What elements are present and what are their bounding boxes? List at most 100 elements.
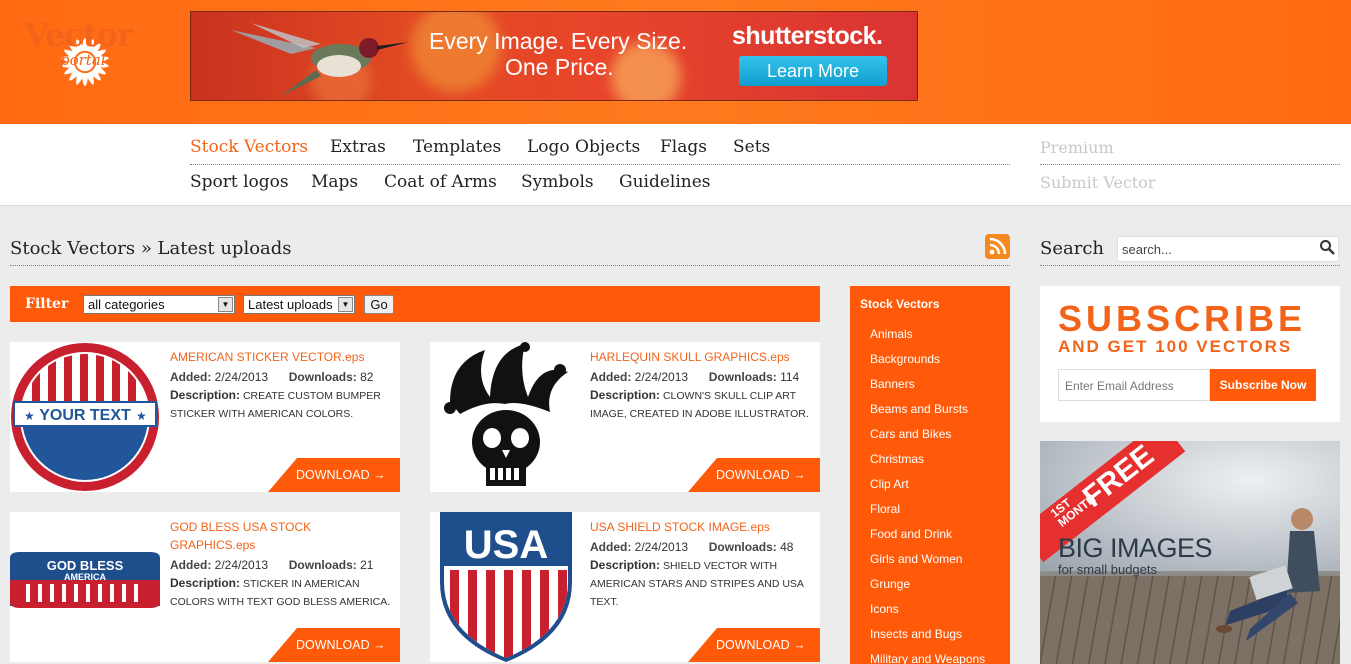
- subscribe-title: SUBSCRIBE: [1058, 298, 1307, 339]
- promo-subline: for small budgets: [1058, 562, 1157, 577]
- search-icon[interactable]: [1319, 239, 1335, 255]
- nav-sets[interactable]: Sets: [733, 137, 770, 157]
- banner-tagline-price: One Price.: [505, 54, 614, 80]
- category-link[interactable]: Christmas: [870, 452, 924, 466]
- nav-guidelines[interactable]: Guidelines: [619, 172, 711, 192]
- nav-maps[interactable]: Maps: [311, 172, 358, 192]
- nav-row-secondary: Sport logos Maps Coat of Arms Symbols Gu…: [190, 170, 1010, 200]
- category-link[interactable]: Backgrounds: [870, 352, 940, 366]
- vector-meta: Added: 2/24/2013 Downloads: 21: [170, 558, 373, 572]
- page-title: Stock Vectors » Latest uploads: [10, 238, 1010, 266]
- category-sidebar: Stock Vectors Animals Backgrounds Banner…: [850, 286, 1010, 664]
- downloads-label: Downloads:: [288, 558, 357, 572]
- svg-text:★: ★: [24, 409, 35, 423]
- big-images-promo[interactable]: 1ST MONTH FREE BIG IMAGES for small budge…: [1040, 441, 1340, 664]
- category-link[interactable]: Animals: [870, 327, 913, 341]
- vector-title-link[interactable]: AMERICAN STICKER VECTOR.eps: [170, 348, 396, 366]
- description-label: Description:: [590, 558, 661, 572]
- shutterstock-ad-banner[interactable]: Every Image. Every Size. One Price. shut…: [190, 11, 918, 101]
- category-link[interactable]: Military and Weapons: [870, 652, 985, 664]
- sort-select-value: Latest uploads: [248, 297, 333, 312]
- person-with-laptop-image: [1216, 508, 1320, 641]
- category-link[interactable]: Insects and Bugs: [870, 627, 962, 641]
- category-link[interactable]: Beams and Bursts: [870, 402, 968, 416]
- category-link[interactable]: Cars and Bikes: [870, 427, 951, 441]
- category-heading[interactable]: Stock Vectors: [860, 297, 939, 311]
- added-label: Added:: [170, 558, 212, 572]
- category-link[interactable]: Banners: [870, 377, 915, 391]
- shutterstock-brand: shutterstock.: [732, 22, 883, 50]
- description-label: Description:: [170, 388, 241, 402]
- sticker-text-top: GOD BLESS: [47, 558, 124, 573]
- category-link[interactable]: Grunge: [870, 577, 910, 591]
- god-bless-america-thumbnail[interactable]: GOD BLESS AMERICA: [10, 512, 162, 662]
- vector-card: YOUR TEXT ★ ★ AMERICAN STICKER VECTOR.ep…: [10, 342, 400, 492]
- vector-title-link[interactable]: HARLEQUIN SKULL GRAPHICS.eps: [590, 348, 816, 366]
- category-link[interactable]: Floral: [870, 502, 900, 516]
- downloads-count: 48: [780, 540, 794, 554]
- email-field[interactable]: Enter Email Address: [1058, 369, 1210, 401]
- nav-flags[interactable]: Flags: [660, 137, 707, 157]
- category-link[interactable]: Clip Art: [870, 477, 909, 491]
- category-select-value: all categories: [88, 297, 165, 312]
- vector-card: USA USA SHIELD STOCK IMAGE.eps Added: 2/…: [430, 512, 820, 662]
- description-label: Description:: [590, 388, 661, 402]
- nav-templates[interactable]: Templates: [413, 137, 501, 157]
- subscribe-button[interactable]: Subscribe Now: [1210, 369, 1316, 401]
- sticker-text: YOUR TEXT: [39, 407, 131, 424]
- subscribe-subtitle: AND GET 100 VECTORS: [1058, 337, 1293, 356]
- go-button[interactable]: Go: [364, 295, 394, 314]
- nav-submit-vector[interactable]: Submit Vector: [1040, 173, 1156, 192]
- rss-icon[interactable]: [985, 234, 1010, 259]
- search-label: Search: [1040, 238, 1104, 259]
- sort-select[interactable]: Latest uploads ▼: [243, 295, 355, 314]
- logo-word-vector: Vector: [24, 16, 134, 54]
- search-input[interactable]: search...: [1117, 236, 1339, 262]
- subscribe-box: SUBSCRIBE AND GET 100 VECTORS Enter Emai…: [1040, 286, 1340, 422]
- filter-label: Filter: [25, 296, 69, 312]
- american-sticker-thumbnail[interactable]: YOUR TEXT ★ ★: [10, 342, 162, 492]
- usa-shield-thumbnail[interactable]: USA: [430, 512, 582, 662]
- downloads-label: Downloads:: [708, 370, 777, 384]
- svg-text:★: ★: [136, 409, 147, 423]
- nav-premium[interactable]: Premium: [1040, 138, 1114, 157]
- chevron-down-icon[interactable]: ▼: [338, 297, 353, 312]
- category-link[interactable]: Icons: [870, 602, 899, 616]
- download-button[interactable]: DOWNLOAD →: [688, 628, 820, 662]
- filter-bar: Filter all categories ▼ Latest uploads ▼…: [10, 286, 820, 322]
- added-date: 2/24/2013: [214, 558, 269, 572]
- category-link[interactable]: Food and Drink: [870, 527, 952, 541]
- nav-symbols[interactable]: Symbols: [521, 172, 594, 192]
- harlequin-skull-thumbnail[interactable]: [430, 342, 582, 492]
- nav-coat-of-arms[interactable]: Coat of Arms: [384, 172, 497, 192]
- download-button[interactable]: DOWNLOAD →: [268, 628, 400, 662]
- hummingbird-image: [231, 23, 409, 96]
- sticker-text-bottom: AMERICA: [64, 572, 106, 582]
- downloads-label: Downloads:: [288, 370, 357, 384]
- vector-description: Description: SHIELD VECTOR WITH AMERICAN…: [590, 556, 816, 611]
- added-date: 2/24/2013: [214, 370, 269, 384]
- download-button[interactable]: DOWNLOAD →: [688, 458, 820, 492]
- added-label: Added:: [590, 370, 632, 384]
- nav-stock-vectors[interactable]: Stock Vectors: [190, 137, 308, 157]
- vector-description: Description: STICKER IN AMERICAN COLORS …: [170, 574, 396, 611]
- vector-title-link[interactable]: USA SHIELD STOCK IMAGE.eps: [590, 518, 816, 536]
- vectorportal-logo[interactable]: Vector portal: [24, 16, 149, 76]
- learn-more-button[interactable]: Learn More: [739, 56, 887, 86]
- chevron-down-icon[interactable]: ▼: [218, 297, 233, 312]
- promo-headline: BIG IMAGES: [1058, 533, 1213, 563]
- search-divider: [1040, 265, 1340, 266]
- downloads-label: Downloads:: [708, 540, 777, 554]
- category-link[interactable]: Girls and Women: [870, 552, 962, 566]
- vector-card: HARLEQUIN SKULL GRAPHICS.eps Added: 2/24…: [430, 342, 820, 492]
- nav-logo-objects[interactable]: Logo Objects: [527, 137, 640, 157]
- nav-extras[interactable]: Extras: [330, 137, 386, 157]
- description-label: Description:: [170, 576, 241, 590]
- vector-meta: Added: 2/24/2013 Downloads: 48: [590, 540, 793, 554]
- vector-title-link[interactable]: GOD BLESS USA STOCK GRAPHICS.eps: [170, 518, 396, 554]
- added-label: Added:: [590, 540, 632, 554]
- banner-tagline: Every Image. Every Size.: [429, 28, 688, 54]
- nav-sport-logos[interactable]: Sport logos: [190, 172, 289, 192]
- download-button[interactable]: DOWNLOAD →: [268, 458, 400, 492]
- category-select[interactable]: all categories ▼: [83, 295, 235, 314]
